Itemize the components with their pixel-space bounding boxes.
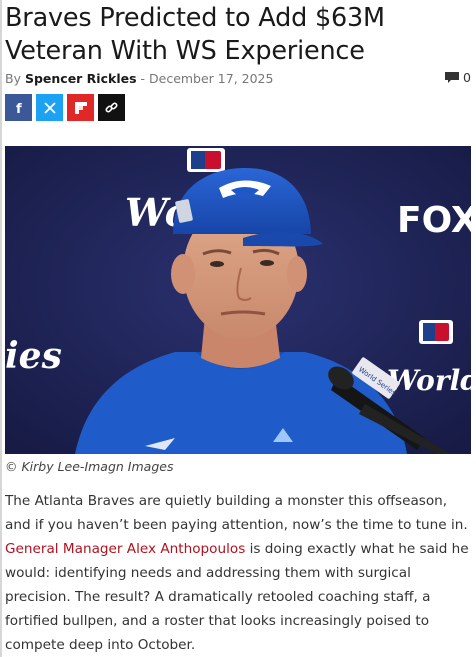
photo-caption: © Kirby Lee-Imagn Images [5, 459, 174, 474]
share-bar: f [5, 94, 125, 121]
x-icon [43, 101, 56, 114]
copy-link-button[interactable] [98, 94, 125, 121]
flipboard-share-button[interactable] [67, 94, 94, 121]
comments-link[interactable]: 0 [444, 70, 471, 85]
comment-bubble-icon [445, 72, 460, 83]
facebook-icon: f [16, 102, 22, 115]
svg-text:f: f [16, 102, 22, 115]
left-rail [0, 0, 2, 657]
player-photo: Wo FOX ies World Se World Ser [5, 146, 471, 454]
backdrop-text-fox: FOX [397, 200, 471, 241]
article-title: Braves Predicted to Add $63M Veteran Wit… [5, 3, 385, 66]
byline: By Spencer Rickles - December 17, 2025 [5, 71, 273, 86]
article-paragraph: The Atlanta Braves are quietly building … [5, 489, 471, 657]
paragraph-text-end: is doing exactly what he said he would: … [5, 541, 469, 653]
author-link[interactable]: Spencer Rickles [25, 71, 137, 86]
date-separator: - [136, 71, 149, 86]
article-photo: Wo FOX ies World Se World Ser [5, 146, 471, 454]
flipboard-icon [74, 101, 87, 114]
comment-count: 0 [463, 70, 471, 85]
byline-prefix: By [5, 71, 25, 86]
publish-date: December 17, 2025 [149, 71, 274, 86]
backdrop-text-ies: ies [5, 335, 62, 377]
link-icon [105, 102, 118, 113]
backdrop-text-right: World Se [387, 364, 471, 397]
paragraph-text-start: The Atlanta Braves are quietly building … [5, 493, 468, 533]
x-share-button[interactable] [36, 94, 63, 121]
facebook-share-button[interactable]: f [5, 94, 32, 121]
gm-link[interactable]: General Manager Alex Anthopoulos [5, 541, 245, 557]
